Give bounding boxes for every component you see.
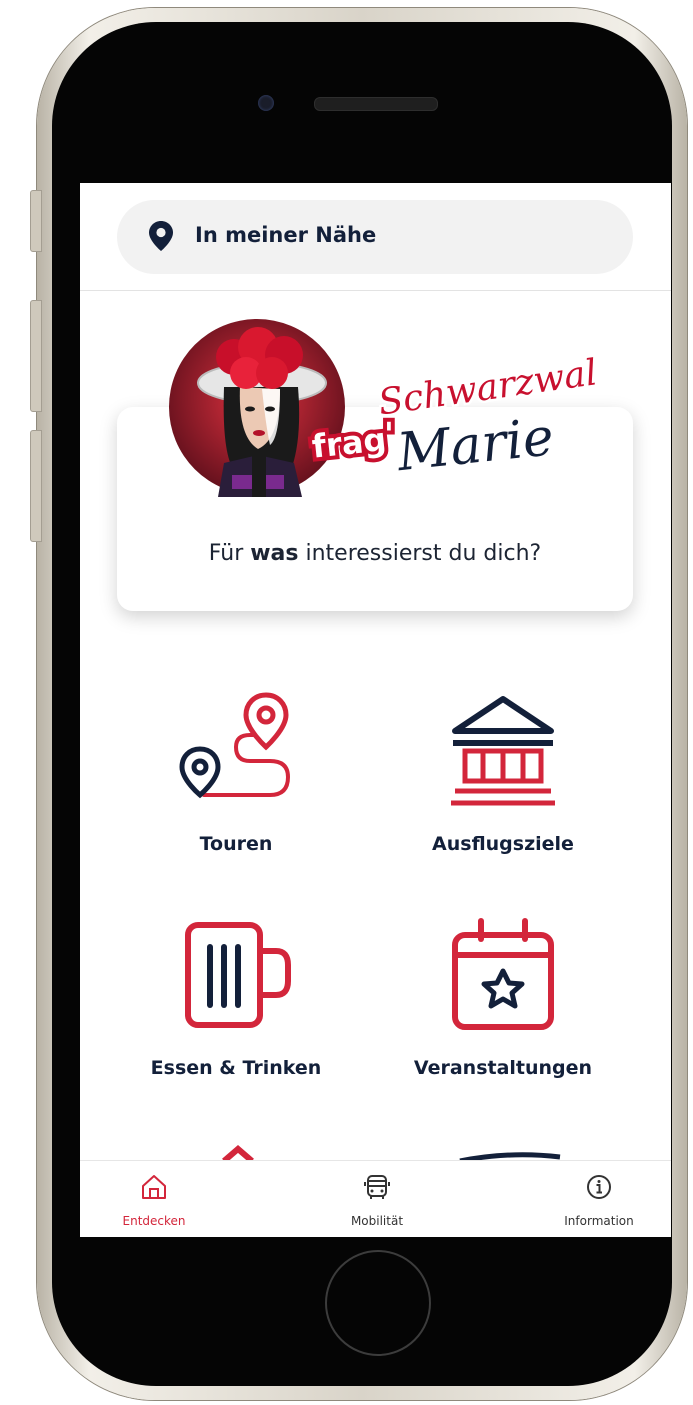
category-veranstaltungen[interactable]: Veranstaltungen [383, 915, 623, 1115]
earpiece-speaker [314, 97, 438, 111]
tab-label: Mobilität [350, 1214, 404, 1228]
location-filter-button[interactable]: In meiner Nähe [117, 200, 633, 274]
museum-icon [451, 696, 555, 806]
category-essen-trinken[interactable]: Essen & Trinken [116, 915, 356, 1115]
svg-text:Marie: Marie [394, 407, 557, 483]
category-label: Ausflugsziele [432, 833, 574, 855]
volume-up-button [30, 300, 42, 412]
tab-information[interactable]: Information [539, 1161, 659, 1237]
bottom-tab-bar: Entdecken Mobilität Information [80, 1160, 671, 1237]
info-icon [587, 1175, 611, 1199]
bus-icon [364, 1175, 390, 1199]
next-category-peek-icon [222, 1145, 254, 1161]
home-button[interactable] [325, 1250, 431, 1356]
tab-label: Information [564, 1214, 634, 1228]
category-ausflugsziele[interactable]: Ausflugsziele [383, 691, 623, 891]
app-screen: In meiner Nähe Für was interessierst du … [80, 183, 671, 1237]
front-camera [258, 95, 274, 111]
tab-label: Entdecken [122, 1214, 186, 1228]
frag-marie-logo: Schwarzwald frag ' Marie [306, 353, 598, 486]
location-label: In meiner Nähe [195, 223, 377, 247]
category-touren[interactable]: Touren [116, 691, 356, 891]
category-label: Veranstaltungen [413, 1057, 593, 1079]
svg-text:': ' [384, 415, 394, 453]
intro-question: Für was interessierst du dich? [208, 541, 542, 566]
route-icon [179, 692, 296, 802]
header-divider [80, 290, 671, 291]
calendar-star-icon [452, 918, 554, 1030]
tab-mobilitaet[interactable]: Mobilität [317, 1161, 437, 1237]
category-label: Essen & Trinken [150, 1057, 322, 1079]
mute-switch [30, 190, 42, 252]
svg-text:frag: frag [310, 420, 388, 466]
volume-down-button [30, 430, 42, 542]
tab-entdecken[interactable]: Entdecken [94, 1161, 214, 1237]
beer-mug-icon [185, 922, 291, 1028]
home-icon [142, 1175, 166, 1199]
category-label: Touren [199, 833, 273, 855]
map-pin-icon [149, 221, 173, 251]
